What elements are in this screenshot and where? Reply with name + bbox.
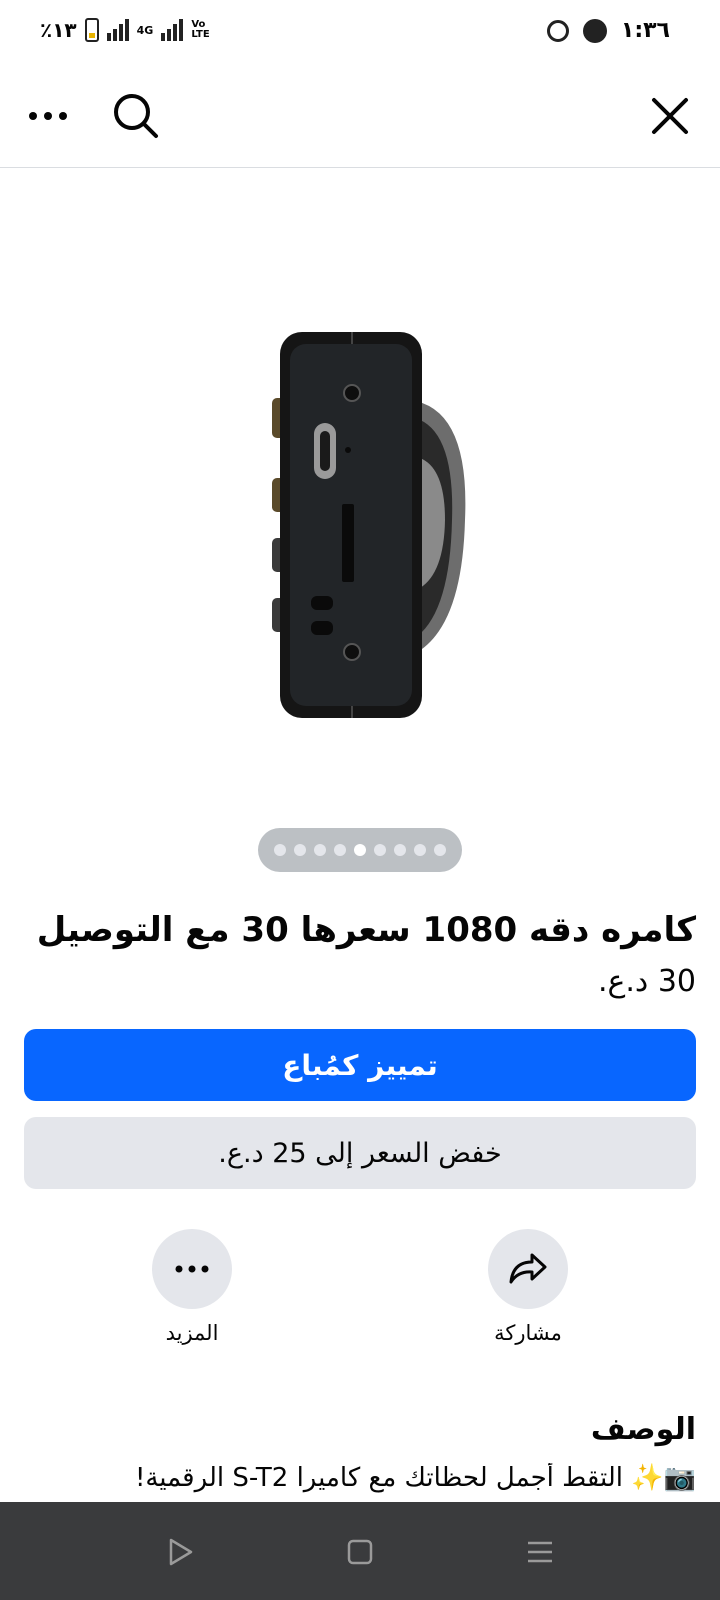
description-heading: الوصف xyxy=(590,1412,696,1447)
gallery-dot xyxy=(334,844,346,856)
network-type: 4G xyxy=(136,23,154,37)
more-button[interactable] xyxy=(152,1229,232,1309)
system-home-button[interactable] xyxy=(338,1530,382,1574)
system-back-button[interactable] xyxy=(158,1530,202,1574)
close-icon xyxy=(652,98,688,134)
gallery-dot xyxy=(294,844,306,856)
system-nav-bar xyxy=(0,1502,720,1600)
more-options-button[interactable] xyxy=(20,88,76,144)
top-nav xyxy=(0,64,720,168)
gallery-dot-active xyxy=(354,844,366,856)
gallery-dot xyxy=(434,844,446,856)
battery-icon xyxy=(84,18,99,42)
gallery-dot xyxy=(314,844,326,856)
gallery-indicator xyxy=(258,828,462,872)
status-bar: ٪١٣ 4G Vo LTE ١:٣٦ xyxy=(0,0,720,64)
volte-label: Vo LTE xyxy=(191,19,210,40)
mark-as-sold-button[interactable]: تمييز كمُباع xyxy=(24,1029,696,1101)
camera-image xyxy=(272,332,466,718)
listing-title: كامره دقه 1080 سعرها 30 مع التوصيل xyxy=(36,910,696,950)
signal-icon-2 xyxy=(161,19,184,41)
description-text: 📷✨ التقط أجمل لحظاتك مع كاميرا S-T2 الرق… xyxy=(134,1463,696,1493)
status-left: ٪١٣ 4G Vo LTE xyxy=(40,18,215,42)
lower-price-button[interactable]: خفض السعر إلى 25 د.ع. xyxy=(24,1117,696,1189)
share-label: مشاركة xyxy=(494,1321,562,1345)
more-icon xyxy=(29,112,67,120)
gallery-dot xyxy=(394,844,406,856)
gallery-dot xyxy=(374,844,386,856)
search-icon xyxy=(114,94,158,138)
menu-icon xyxy=(528,1541,552,1563)
clock: ١:٣٦ xyxy=(620,18,670,43)
share-action[interactable]: مشاركة xyxy=(448,1229,608,1345)
share-button[interactable] xyxy=(488,1229,568,1309)
signal-icon xyxy=(106,19,129,41)
product-photo[interactable] xyxy=(0,168,720,868)
more-label: المزيد xyxy=(165,1321,219,1345)
square-icon xyxy=(347,1539,373,1565)
play-icon xyxy=(169,1538,193,1566)
share-icon xyxy=(509,1253,547,1284)
messenger-icon xyxy=(582,18,607,43)
battery-percent: ٪١٣ xyxy=(40,18,77,42)
status-right: ١:٣٦ xyxy=(546,18,670,43)
search-button[interactable] xyxy=(108,88,164,144)
listing-price: 30 د.ع. xyxy=(597,964,696,999)
more-action[interactable]: المزيد xyxy=(112,1229,272,1345)
close-button[interactable] xyxy=(642,88,698,144)
system-menu-button[interactable] xyxy=(518,1530,562,1574)
more-icon xyxy=(175,1265,209,1273)
gallery-dot xyxy=(274,844,286,856)
screen-record-icon xyxy=(546,19,569,42)
gallery-dot xyxy=(414,844,426,856)
